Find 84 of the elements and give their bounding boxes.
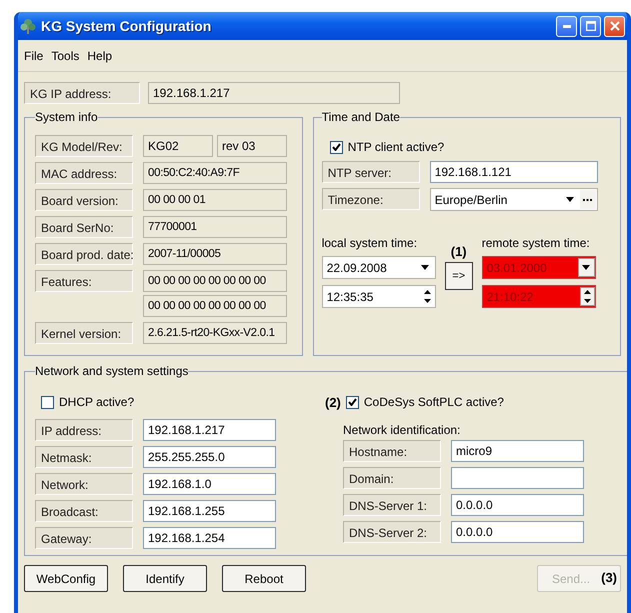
field-label: Kernel version:: [35, 322, 133, 344]
field-label: DNS-Server 1:: [343, 494, 441, 516]
readonly-field: 192.168.1.217: [148, 82, 400, 104]
push-button[interactable]: Reboot: [222, 565, 306, 592]
readonly-field: 2.6.21.5-rt20-KGxx-V2.0.1: [143, 322, 287, 344]
input-field[interactable]: 0.0.0.0: [451, 521, 584, 543]
spin-button[interactable]: [580, 287, 595, 306]
group-title: Network and system settings: [35, 364, 188, 378]
maximize-icon: [586, 21, 596, 31]
checkbox-label: NTP client active?: [348, 140, 444, 154]
annotation: (1): [450, 244, 467, 259]
caret-icon: [582, 265, 590, 270]
more-button[interactable]: [580, 190, 596, 209]
input-field[interactable]: 192.168.1.121: [430, 161, 598, 183]
field-label: DNS-Server 2:: [343, 521, 441, 543]
field-label: Broadcast:: [35, 500, 133, 522]
check-icon: [348, 398, 357, 406]
field-label: Board SerNo:: [35, 216, 133, 238]
field-label: NTP server:: [322, 161, 420, 183]
field-label: Network:: [35, 473, 133, 495]
field-label: Timezone:: [322, 188, 420, 210]
minimize-button[interactable]: [556, 16, 577, 36]
field-label: Netmask:: [35, 446, 133, 468]
field-label: Board prod. date:: [35, 243, 133, 265]
maximize-button[interactable]: [580, 16, 601, 36]
dropdown-field[interactable]: Europe/Berlin: [430, 188, 598, 211]
annotation: (3): [601, 570, 617, 585]
input-field[interactable]: 192.168.1.254: [143, 527, 276, 549]
menu-item[interactable]: File: [24, 49, 44, 63]
checkbox[interactable]: [41, 396, 54, 408]
check-icon: [332, 143, 341, 151]
field-label: KG Model/Rev:: [35, 135, 133, 157]
field-label: Board version:: [35, 189, 133, 211]
field-label: Domain:: [343, 467, 441, 489]
readonly-field: 00 00 00 00 00 00 00 00: [143, 270, 287, 292]
time-field[interactable]: 12:35:35: [322, 285, 436, 308]
input-field[interactable]: 192.168.1.255: [143, 500, 276, 522]
push-button[interactable]: WebConfig: [24, 565, 108, 592]
window-title: KG System Configuration: [41, 18, 212, 34]
up-arrow-icon: [584, 290, 591, 294]
push-button[interactable]: Identify: [123, 565, 207, 592]
minimize-icon: [562, 24, 570, 28]
field-label: local system time:: [322, 236, 418, 250]
dropdown-button[interactable]: [578, 258, 595, 277]
field-label: IP address:: [35, 419, 133, 441]
menu-item[interactable]: Tools: [51, 49, 80, 63]
caret-icon: [421, 265, 430, 270]
annotation: (2): [325, 394, 341, 410]
input-field[interactable]: 192.168.1.0: [143, 473, 276, 495]
field-label: Hostname:: [343, 440, 441, 462]
readonly-field: 00 00 00 01: [143, 189, 287, 211]
close-button[interactable]: [604, 16, 625, 36]
input-field[interactable]: 0.0.0.0: [451, 494, 584, 516]
group-title: Time and Date: [322, 110, 400, 124]
field-label: Features:: [35, 270, 133, 292]
input-field[interactable]: [451, 467, 584, 489]
down-arrow-icon: [424, 299, 431, 304]
caret-icon: [566, 197, 574, 202]
readonly-field: 2007-11/00005: [143, 243, 287, 265]
field-label: KG IP address:: [24, 82, 140, 104]
down-arrow-icon: [584, 298, 591, 303]
readonly-field: 00 00 00 00 00 00 00 00: [143, 295, 287, 317]
readonly-field: KG02: [143, 135, 213, 157]
readonly-field: 77700001: [143, 216, 287, 238]
field-label: MAC address:: [35, 162, 133, 184]
field-label: Gateway:: [35, 527, 133, 549]
checkbox-label: DHCP active?: [59, 395, 134, 409]
readonly-field: 00:50:C2:40:A9:7F: [143, 162, 287, 184]
checkbox-label: CoDeSys SoftPLC active?: [364, 395, 504, 409]
group-title: System info: [35, 110, 98, 124]
checkbox[interactable]: [346, 396, 359, 408]
up-arrow-icon: [424, 290, 431, 294]
close-icon: [610, 21, 620, 31]
dropdown-field[interactable]: 22.09.2008: [322, 256, 436, 279]
checkbox[interactable]: [330, 140, 343, 154]
sync-button[interactable]: =>: [444, 262, 473, 290]
readonly-field: rev 03: [217, 135, 287, 157]
input-field[interactable]: 192.168.1.217: [143, 419, 276, 441]
section-label: Network identification:: [343, 423, 462, 437]
input-field[interactable]: micro9: [451, 440, 584, 462]
input-field[interactable]: 255.255.255.0: [143, 446, 276, 468]
menu-item[interactable]: Help: [87, 49, 112, 63]
shrub-icon: [20, 18, 36, 34]
field-label: remote system time:: [482, 236, 591, 250]
